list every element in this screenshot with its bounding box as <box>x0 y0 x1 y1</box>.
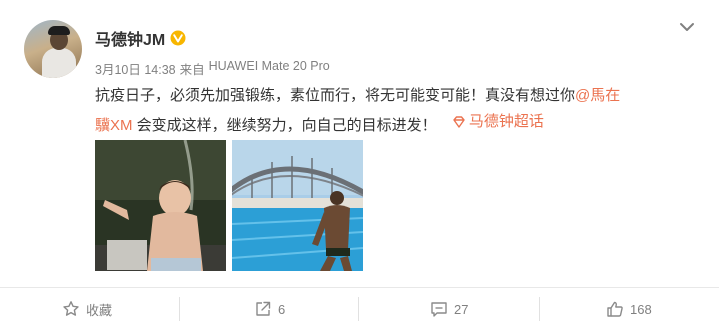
like-count: 168 <box>630 301 652 317</box>
weibo-post-card: 马德钟JM 3月10日 14:38 来自 HUAWEI Mate 20 Pro … <box>0 0 719 329</box>
avatar[interactable] <box>24 20 82 78</box>
pool-photo-image <box>232 140 363 271</box>
comment-button[interactable]: 27 <box>430 288 468 330</box>
action-divider <box>358 297 359 321</box>
author-name[interactable]: 马德钟JM <box>95 26 165 50</box>
source-prefix: 来自 <box>179 63 205 77</box>
avatar-body-shape <box>42 48 76 78</box>
verified-badge-icon[interactable] <box>170 30 186 46</box>
post-photo-child[interactable] <box>95 140 226 271</box>
mention-link-part2[interactable]: 驥XM <box>95 117 133 134</box>
comment-count: 27 <box>454 301 469 317</box>
favorite-label: 收藏 <box>86 302 113 318</box>
avatar-hat-shape <box>48 26 70 35</box>
child-photo-image <box>95 140 226 271</box>
chevron-down-icon[interactable] <box>678 20 696 34</box>
repost-button[interactable]: 6 <box>254 288 285 330</box>
text-line2: 会变成这样，继续努力，向自己的目标进发！ <box>132 117 437 134</box>
post-date[interactable]: 3月10日 14:38 <box>95 59 176 78</box>
action-divider <box>179 297 180 321</box>
topic-link[interactable]: 马德钟超话 <box>451 109 544 135</box>
comment-icon <box>431 302 447 317</box>
star-icon <box>63 301 79 316</box>
post-meta: 3月10日 14:38 来自 HUAWEI Mate 20 Pro <box>95 59 330 78</box>
post-photo-pool[interactable] <box>232 140 363 271</box>
like-button[interactable]: 168 <box>606 288 652 330</box>
share-icon <box>256 301 271 316</box>
post-author: 马德钟JM <box>95 26 186 50</box>
action-divider <box>539 297 540 321</box>
post-text: 抗疫日子，必须先加强锻练，素位而行，将无可能变可能！真没有想过你@馬在 驥XM … <box>95 83 695 139</box>
action-bar: 收藏 6 27 168 <box>0 287 719 330</box>
mention-link-part1[interactable]: @馬在 <box>575 87 620 104</box>
favorite-button[interactable]: 收藏 <box>62 288 112 330</box>
text-line1: 抗疫日子，必须先加强锻练，素位而行，将无可能变可能！真没有想过你 <box>95 87 576 104</box>
topic-label: 马德钟超话 <box>468 113 544 130</box>
post-source: HUAWEI Mate 20 Pro <box>208 59 330 73</box>
repost-count: 6 <box>278 301 286 317</box>
thumb-up-icon <box>607 301 623 317</box>
diamond-icon <box>453 116 465 128</box>
